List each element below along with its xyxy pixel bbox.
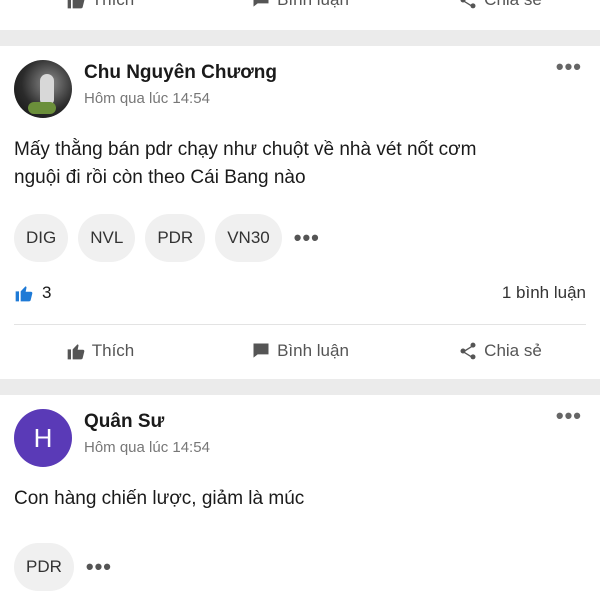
post-timestamp: Hôm qua lúc 14:54 — [84, 90, 210, 107]
share-label: Chia sẻ — [484, 341, 542, 360]
post-content: Mấy thằng bán pdr chạy như chuột về nhà … — [14, 136, 586, 192]
chat-icon — [253, 343, 269, 358]
post-divider — [0, 379, 600, 395]
like-button[interactable]: Thích — [0, 0, 200, 10]
share-button[interactable]: Chia sẻ — [400, 341, 600, 361]
comment-label: Bình luận — [277, 341, 349, 360]
more-tags-icon[interactable]: ••• — [86, 554, 112, 580]
more-tags-icon[interactable]: ••• — [294, 225, 320, 251]
chat-icon — [253, 0, 269, 7]
avatar[interactable]: H — [14, 409, 72, 467]
share-icon — [460, 342, 476, 360]
more-icon[interactable]: ••• — [556, 403, 582, 429]
avatar-figure — [40, 74, 54, 104]
post-content-line: nguội đi rồi còn theo Cái Bang nào — [14, 167, 306, 188]
prev-post-actions: Thích Bình luận Chia sẻ — [0, 0, 600, 22]
comment-button[interactable]: Bình luận — [200, 0, 400, 10]
ticker-tag-dig[interactable]: DIG — [14, 214, 69, 262]
thumbs-up-icon — [67, 344, 85, 360]
post-actions: Thích Bình luận Chia sẻ — [0, 329, 600, 373]
ticker-tags: PDR ••• — [14, 543, 586, 591]
comment-count[interactable]: 1 bình luận — [502, 283, 586, 303]
post-stats: 3 1 bình luận — [14, 280, 586, 306]
author-name[interactable]: Chu Nguyên Chương — [84, 62, 277, 84]
ticker-tag-vn30[interactable]: VN30 — [215, 214, 282, 262]
comment-button[interactable]: Bình luận — [200, 341, 400, 361]
share-button[interactable]: Chia sẻ — [400, 0, 600, 10]
post-divider — [0, 30, 600, 46]
thumbs-up-icon — [15, 286, 33, 302]
like-count[interactable]: 3 — [14, 283, 51, 303]
more-icon[interactable]: ••• — [556, 54, 582, 80]
ticker-tag-pdr[interactable]: PDR — [14, 543, 74, 591]
author-name[interactable]: Quân Sư — [84, 411, 210, 433]
like-button[interactable]: Thích — [0, 341, 200, 361]
like-count-value: 3 — [42, 283, 52, 302]
ticker-tag-nvl[interactable]: NVL — [78, 214, 136, 262]
avatar-grass — [28, 102, 56, 114]
thumbs-up-icon — [67, 0, 85, 9]
post-header: Chu Nguyên Chương Hôm qua lúc 14:54 ••• — [14, 46, 586, 120]
share-label: Chia sẻ — [484, 0, 542, 10]
post-header: H Quân Sư Hôm qua lúc 14:54 ••• — [14, 395, 586, 469]
post-timestamp: Hôm qua lúc 14:54 — [84, 439, 210, 456]
post-card: H Quân Sư Hôm qua lúc 14:54 ••• Con hàng… — [0, 395, 600, 591]
post-meta: Chu Nguyên Chương Hôm qua lúc 14:54 — [84, 60, 277, 107]
comment-label: Bình luận — [277, 0, 349, 10]
ticker-tags: DIG NVL PDR VN30 ••• — [14, 214, 586, 262]
like-label: Thích — [92, 0, 135, 10]
post-content-line: Mấy thằng bán pdr chạy như chuột về nhà … — [14, 139, 477, 160]
share-icon — [460, 0, 476, 9]
ticker-tag-pdr[interactable]: PDR — [145, 214, 206, 262]
stats-divider — [14, 324, 586, 325]
post-card: Chu Nguyên Chương Hôm qua lúc 14:54 ••• … — [0, 46, 600, 325]
like-label: Thích — [91, 341, 135, 360]
post-meta: Quân Sư Hôm qua lúc 14:54 — [84, 409, 210, 456]
post-content: Con hàng chiến lược, giảm là múc — [14, 488, 305, 509]
avatar[interactable] — [14, 60, 72, 118]
